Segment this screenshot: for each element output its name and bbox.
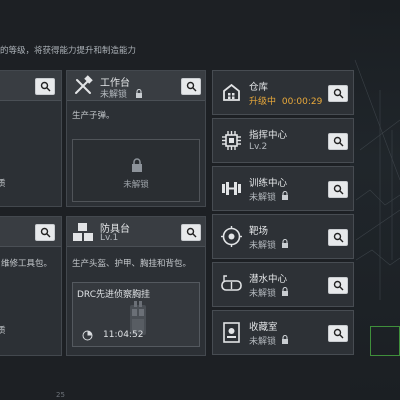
facility-collection-room[interactable]: 收藏室 未解锁	[212, 310, 354, 355]
left-panel-top-status: 质	[0, 179, 6, 189]
armorbench-panel[interactable]: 防具台 Lv.1 生产头盔、护甲、胸挂和背包。 DRC先进侦察胸挂 11:04:…	[66, 216, 206, 356]
search-icon	[40, 81, 51, 92]
clock-icon	[82, 330, 93, 341]
facility-warehouse[interactable]: 仓库 升级中 00:00:29	[212, 70, 354, 115]
search-button[interactable]	[35, 224, 55, 241]
lock-icon	[281, 238, 288, 248]
workbench-locked-slot: 未解锁	[72, 139, 200, 202]
armorbench-level: Lv.1	[100, 233, 119, 243]
lock-icon	[132, 158, 142, 172]
search-button[interactable]	[328, 85, 348, 102]
search-button[interactable]	[328, 133, 348, 150]
facility-diving-center[interactable]: 潜水中心 未解锁	[212, 262, 354, 307]
target-icon	[221, 226, 242, 247]
page-counter: 25	[56, 391, 65, 399]
diving-mask-icon	[221, 275, 242, 291]
search-icon	[333, 88, 344, 99]
lock-icon	[281, 286, 288, 296]
facility-title: 训练中心	[249, 178, 288, 189]
facility-title: 潜水中心	[249, 274, 288, 285]
craft-timer: 11:04:52	[103, 330, 144, 340]
search-button[interactable]	[328, 277, 348, 294]
command-center-icon	[222, 131, 241, 150]
upgrade-status: 升级中	[249, 97, 277, 107]
facility-shooting-range[interactable]: 靶场 未解锁	[212, 214, 354, 259]
search-icon	[333, 280, 344, 291]
facility-title: 收藏室	[249, 322, 278, 333]
facility-status: 未解锁	[249, 334, 289, 347]
crafting-slot[interactable]: DRC先进侦察胸挂 11:04:52	[72, 282, 200, 347]
facility-title: 指挥中心	[249, 130, 288, 141]
search-button[interactable]	[35, 78, 55, 95]
warehouse-icon	[223, 83, 240, 101]
map-highlight	[370, 326, 400, 356]
search-button[interactable]	[328, 229, 348, 246]
search-icon	[333, 136, 344, 147]
facility-status: 未解锁	[249, 238, 289, 251]
search-icon	[186, 227, 197, 238]
facility-status-text: 未解锁	[249, 193, 277, 203]
facility-status: 未解锁	[249, 190, 289, 203]
dumbbell-icon	[222, 182, 241, 195]
facility-command-center[interactable]: 指挥中心 Lv.2	[212, 118, 354, 163]
facility-status: Lv.2	[249, 142, 268, 152]
collection-icon	[223, 322, 240, 343]
lock-icon	[281, 190, 288, 200]
search-icon	[333, 328, 344, 339]
facility-title: 靶场	[249, 226, 269, 237]
facility-status: 升级中 00:00:29	[249, 94, 322, 107]
search-button[interactable]	[328, 325, 348, 342]
workbench-locked-label: 未解锁	[123, 180, 149, 190]
facility-title: 仓库	[249, 82, 269, 93]
search-icon	[186, 81, 197, 92]
left-panel-bottom-status: 质	[0, 326, 6, 336]
search-icon	[333, 184, 344, 195]
left-panel-bottom-desc: 维修工具包。	[1, 259, 53, 269]
facility-status-text: 未解锁	[249, 337, 277, 347]
left-panel-bottom[interactable]: 维修工具包。 质	[0, 216, 62, 356]
upgrade-timer: 00:00:29	[281, 97, 323, 107]
workbench-panel[interactable]: 工作台 未解锁 生产子弹。 未解锁	[66, 70, 206, 207]
hint-text: 的等级，将获得能力提升和制造能力	[0, 46, 137, 56]
lock-icon	[281, 334, 288, 344]
left-panel-top[interactable]: 质	[0, 70, 62, 207]
lock-icon	[136, 89, 142, 98]
search-button[interactable]	[181, 78, 201, 95]
search-button[interactable]	[181, 224, 201, 241]
search-icon	[40, 227, 51, 238]
facility-training-center[interactable]: 训练中心 未解锁	[212, 166, 354, 211]
armorbench-desc: 生产头盔、护甲、胸挂和背包。	[72, 259, 192, 269]
workbench-desc: 生产子弹。	[72, 111, 115, 121]
cubes-icon	[73, 223, 93, 241]
workbench-status: 未解锁	[100, 90, 128, 100]
hammer-wrench-icon	[75, 75, 93, 94]
facility-status-text: 未解锁	[249, 241, 277, 251]
facility-status-text: 未解锁	[249, 289, 277, 299]
facility-status: 未解锁	[249, 286, 289, 299]
search-icon	[333, 232, 344, 243]
search-button[interactable]	[328, 181, 348, 198]
